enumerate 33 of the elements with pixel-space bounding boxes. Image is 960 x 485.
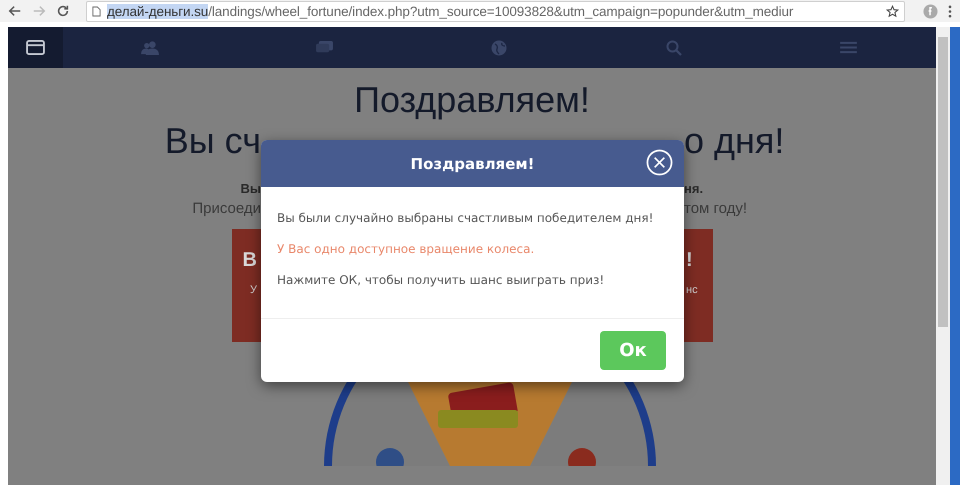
text-fragment: Вы (240, 181, 261, 196)
menu-icon[interactable] (948, 4, 952, 18)
page-icon (92, 6, 101, 16)
back-icon[interactable] (8, 4, 22, 18)
extension-icon[interactable] (923, 4, 938, 18)
nav-tab[interactable] (8, 27, 63, 68)
forward-icon[interactable] (32, 4, 46, 18)
star-icon[interactable] (886, 4, 899, 18)
dialog-message: У Вас одно доступное вращение колеса. (277, 242, 536, 256)
headline-fragment: о дня! (684, 121, 784, 161)
globe-icon (491, 40, 508, 56)
reload-icon[interactable] (56, 4, 70, 18)
promo-title: ! (686, 249, 693, 272)
window-icon (26, 40, 45, 55)
text-fragment: ня. (684, 181, 704, 196)
headline: Поздравляем! (354, 80, 590, 120)
dialog-message: Вы были случайно выбраны счастливым победителем дня! (277, 211, 654, 225)
headline-fragment: Вы сч (164, 121, 261, 161)
promo-note: У (250, 284, 257, 296)
chat-icon (315, 40, 334, 55)
search-icon (666, 40, 682, 56)
close-icon[interactable] (646, 149, 673, 176)
promo-title: В (242, 249, 257, 272)
dialog-message: Нажмите ОК, чтобы получить шанс выиграть приз! (277, 273, 606, 287)
url-text: делай-деньги.su/landings/wheel_fortune/index.php?utm_source=10093828&utm_campaign=popunder&utm_mediur (107, 4, 794, 18)
address-bar[interactable]: делай-деньги.su/landings/wheel_fortune/index.php?utm_source=10093828&utm_campaign=popunder&utm_mediur (86, 0, 905, 22)
users-icon (140, 40, 160, 55)
text-fragment: том году! (684, 200, 748, 217)
dialog-title: Поздравляем! (410, 154, 534, 172)
text-fragment: Присоеди (192, 200, 261, 217)
promo-note: нс (686, 284, 698, 296)
menu-icon (840, 41, 858, 54)
scrollbar[interactable] (936, 27, 950, 485)
